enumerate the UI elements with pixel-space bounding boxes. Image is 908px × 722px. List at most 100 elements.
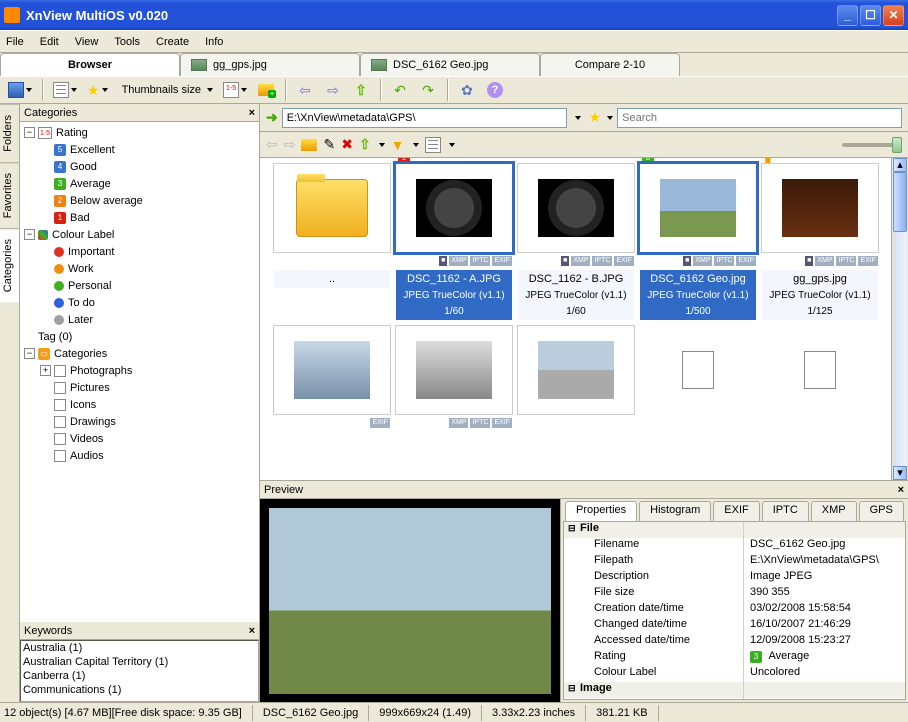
checkbox[interactable] xyxy=(54,365,66,377)
vtab-favorites[interactable]: Favorites xyxy=(0,162,19,228)
keywords-list[interactable]: Australia (1) Australian Capital Territo… xyxy=(20,640,259,702)
categories-node[interactable]: Categories xyxy=(54,348,107,360)
keyword-item[interactable]: Communications (1) xyxy=(23,684,256,698)
tab-properties[interactable]: Properties xyxy=(565,501,637,522)
checkbox[interactable] xyxy=(54,399,66,411)
forward-button[interactable]: ⇨ xyxy=(322,79,344,101)
thumbnails-grid[interactable]: .. 1 ■XMPIPTCEXIF DSC_1162 - A.JPG JPEG … xyxy=(260,158,891,480)
tag-node[interactable]: Tag (0) xyxy=(38,331,72,343)
thumb-item[interactable] xyxy=(762,326,878,430)
collapse-icon[interactable]: − xyxy=(24,127,35,138)
rating-node[interactable]: Rating xyxy=(56,127,88,139)
path-dropdown-icon[interactable] xyxy=(575,116,581,120)
thumb-item[interactable] xyxy=(640,326,756,430)
favorite-icon[interactable]: ★ xyxy=(589,109,602,126)
label-important[interactable]: Important xyxy=(68,246,114,258)
close-button[interactable]: ✕ xyxy=(883,5,904,26)
back-button[interactable]: ⇦ xyxy=(294,79,316,101)
rotate-right-button[interactable]: ↷ xyxy=(417,79,439,101)
thumb-up-folder[interactable]: .. xyxy=(274,164,390,320)
close-preview-icon[interactable]: × xyxy=(898,484,904,496)
keyword-item[interactable]: Australian Capital Territory (1) xyxy=(23,656,256,670)
rating-below[interactable]: Below average xyxy=(70,195,143,207)
thumb-item[interactable]: 3 ■XMPIPTCEXIF DSC_6162 Geo.jpg JPEG Tru… xyxy=(640,164,756,320)
tab-xmp[interactable]: XMP xyxy=(811,501,857,521)
checkbox[interactable] xyxy=(54,382,66,394)
minimize-button[interactable]: _ xyxy=(837,5,858,26)
rating-excellent[interactable]: Excellent xyxy=(70,144,115,156)
scroll-up-icon[interactable]: ▴ xyxy=(893,158,907,172)
cat-videos[interactable]: Videos xyxy=(70,433,103,445)
delete-icon[interactable]: ✖ xyxy=(341,136,353,153)
dropdown-icon[interactable] xyxy=(607,116,613,120)
tab-exif[interactable]: EXIF xyxy=(713,501,759,521)
thumb-item[interactable]: XMPIPTCEXIF xyxy=(396,326,512,430)
tab-histogram[interactable]: Histogram xyxy=(639,501,711,521)
label-personal[interactable]: Personal xyxy=(68,280,111,292)
zoom-slider[interactable] xyxy=(842,143,902,147)
fav-button[interactable]: ★ xyxy=(85,79,110,101)
rating-average[interactable]: Average xyxy=(70,178,111,190)
rotate-left-button[interactable]: ↶ xyxy=(389,79,411,101)
menu-file[interactable]: File xyxy=(6,36,24,48)
checkbox[interactable] xyxy=(54,433,66,445)
menu-info[interactable]: Info xyxy=(205,36,223,48)
export-icon[interactable]: ⇧ xyxy=(359,136,371,153)
tab-compare[interactable]: Compare 2-10 xyxy=(540,53,680,76)
rename-icon[interactable]: ✎ xyxy=(323,136,335,153)
cat-pictures[interactable]: Pictures xyxy=(70,382,110,394)
settings-button[interactable]: ✿ xyxy=(456,79,478,101)
cat-drawings[interactable]: Drawings xyxy=(70,416,116,428)
search-input[interactable] xyxy=(617,108,902,128)
maximize-button[interactable]: ☐ xyxy=(860,5,881,26)
thumb-item[interactable]: ▮ ■XMPIPTCEXIF gg_gps.jpg JPEG TrueColor… xyxy=(762,164,878,320)
folder-button[interactable] xyxy=(255,79,277,101)
vtab-folders[interactable]: Folders xyxy=(0,104,19,162)
menu-edit[interactable]: Edit xyxy=(40,36,59,48)
dropdown-icon[interactable] xyxy=(449,143,455,147)
checkbox[interactable] xyxy=(54,450,66,462)
keyword-item[interactable]: Canberra (1) xyxy=(23,670,256,684)
path-input[interactable] xyxy=(282,108,567,128)
grid-icon[interactable] xyxy=(425,137,441,153)
open-folder-icon[interactable] xyxy=(301,139,317,151)
sort-button[interactable]: 1-5 xyxy=(221,79,249,101)
cat-audios[interactable]: Audios xyxy=(70,450,104,462)
scrollbar[interactable]: ▴ ▾ xyxy=(891,158,908,480)
label-todo[interactable]: To do xyxy=(68,297,95,309)
dropdown-icon[interactable] xyxy=(413,143,419,147)
thumb-item[interactable] xyxy=(518,326,634,430)
thumb-item[interactable]: EXIF xyxy=(274,326,390,430)
tab-file-1[interactable]: gg_gps.jpg xyxy=(180,53,360,76)
cat-photographs[interactable]: Photographs xyxy=(70,365,132,377)
menu-create[interactable]: Create xyxy=(156,36,189,48)
close-panel-icon[interactable]: × xyxy=(249,107,255,119)
collapse-icon[interactable]: − xyxy=(24,229,35,240)
tab-gps[interactable]: GPS xyxy=(859,501,904,521)
thumb-item[interactable]: 1 ■XMPIPTCEXIF DSC_1162 - A.JPG JPEG Tru… xyxy=(396,164,512,320)
properties-grid[interactable]: File FilenameDSC_6162 Geo.jpg FilepathE:… xyxy=(563,521,906,700)
checkbox[interactable] xyxy=(54,416,66,428)
tab-iptc[interactable]: IPTC xyxy=(762,501,809,521)
close-panel-icon[interactable]: × xyxy=(249,625,255,637)
up-button[interactable]: ⇧ xyxy=(350,79,372,101)
help-button[interactable]: ? xyxy=(484,79,506,101)
tab-browser[interactable]: Browser xyxy=(0,53,180,76)
viewmode-button[interactable] xyxy=(51,79,79,101)
keyword-item[interactable]: Australia (1) xyxy=(23,642,256,656)
layout-button[interactable] xyxy=(6,79,34,101)
thumb-item[interactable]: ■XMPIPTCEXIF DSC_1162 - B.JPG JPEG TrueC… xyxy=(518,164,634,320)
go-icon[interactable]: ➜ xyxy=(266,109,278,126)
menu-tools[interactable]: Tools xyxy=(114,36,140,48)
vtab-categories[interactable]: Categories xyxy=(0,228,19,302)
dropdown-icon[interactable] xyxy=(379,143,385,147)
expand-icon[interactable]: + xyxy=(40,365,51,376)
scroll-down-icon[interactable]: ▾ xyxy=(893,466,907,480)
menu-view[interactable]: View xyxy=(75,36,99,48)
categories-tree[interactable]: −1·5Rating 5Excellent 4Good 3Average 2Be… xyxy=(20,122,259,622)
label-later[interactable]: Later xyxy=(68,314,93,326)
thumbsize-button[interactable]: Thumbnails size xyxy=(116,79,215,101)
label-work[interactable]: Work xyxy=(68,263,93,275)
scroll-thumb[interactable] xyxy=(893,172,907,232)
nav-back-icon[interactable]: ⇦ xyxy=(266,136,278,153)
